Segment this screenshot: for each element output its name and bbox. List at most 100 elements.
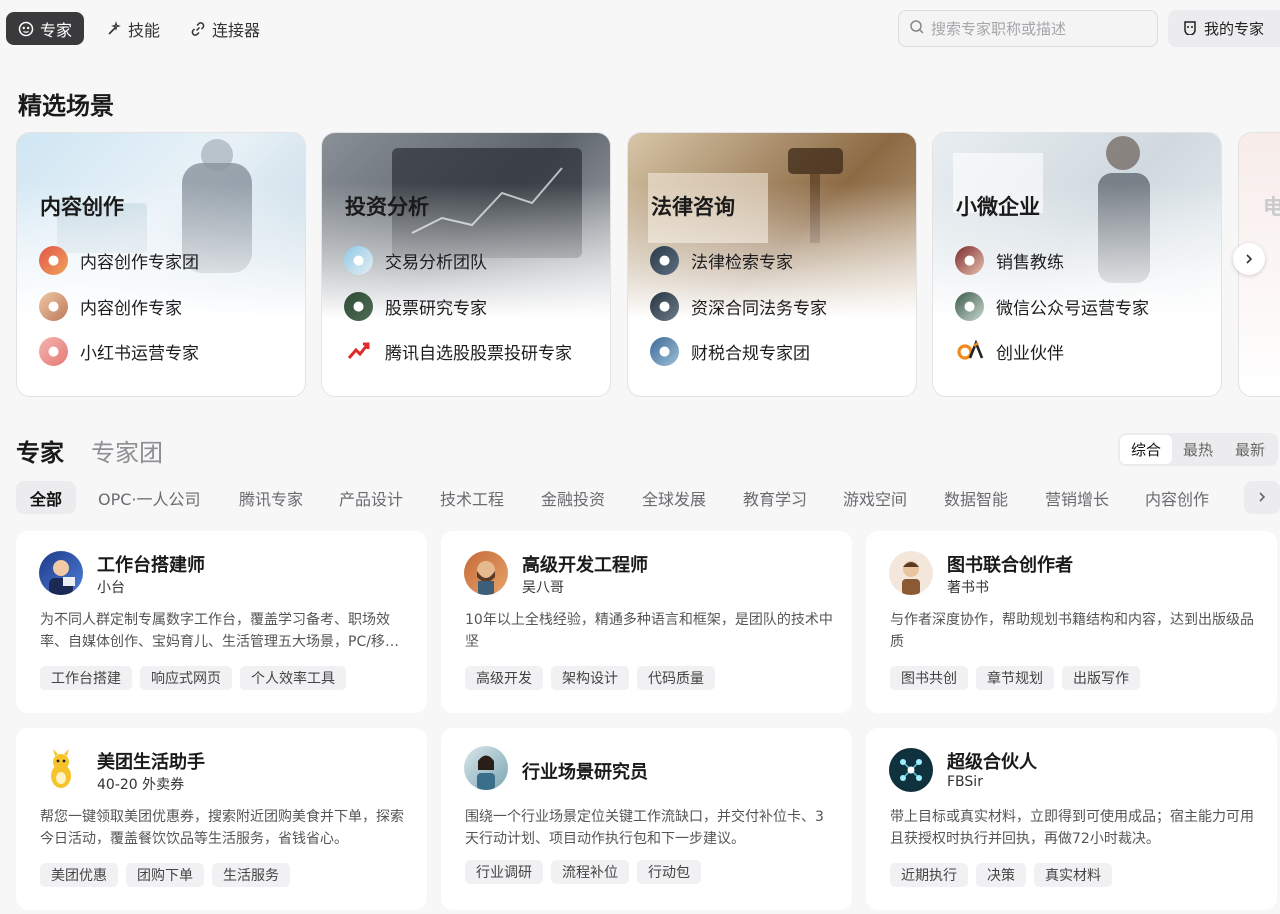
scene-title: 内容创作 <box>40 195 124 219</box>
expert-description: 为不同人群定制专属数字工作台，覆盖学习备考、职场效率、自媒体创作、宝妈育儿、生活… <box>40 612 399 650</box>
expert-tag: 真实材料 <box>1034 863 1112 887</box>
expert-description: 与作者深度协作，帮助规划书籍结构和内容，达到出版级品质 <box>890 612 1254 650</box>
expert-tag: 架构设计 <box>551 666 629 690</box>
tab-experts[interactable]: 专家 <box>6 12 85 45</box>
avatar: ● <box>650 336 679 366</box>
expert-tag: 行动包 <box>637 860 701 884</box>
sort-newest[interactable]: 最新 <box>1224 435 1276 464</box>
expert-name: 美团生活助手 <box>97 752 205 773</box>
expert-name: 行业场景研究员 <box>522 762 648 783</box>
expert-tag: 流程补位 <box>551 860 629 884</box>
avatar: ● <box>344 291 373 321</box>
expert-nickname: 40-20 外卖券 <box>97 777 185 793</box>
search-icon <box>909 19 925 39</box>
robot-face-icon <box>18 21 34 37</box>
expert-name: 图书联合创作者 <box>947 555 1073 576</box>
category-next-button[interactable] <box>1244 481 1280 514</box>
avatar <box>464 746 508 790</box>
avatar: ● <box>955 245 984 275</box>
category-chip[interactable]: 数据智能 <box>930 481 1022 514</box>
category-chip[interactable]: 产品设计 <box>325 481 417 514</box>
startup-logo-icon <box>955 336 984 366</box>
sort-overall[interactable]: 综合 <box>1120 435 1172 464</box>
link-icon <box>190 21 206 37</box>
avatar: ● <box>39 336 68 366</box>
expert-description: 带上目标或真实材料，立即得到可使用成品；宿主能力可用且获授权时执行并回执，再做7… <box>890 809 1254 847</box>
scene-card-smallbiz[interactable]: 小微企业 ● 销售教练 ● 微信公众号运营专家 创业伙伴 <box>932 132 1222 397</box>
expert-card[interactable]: 超级合伙人 FBSir 带上目标或真实材料，立即得到可使用成品；宿主能力可用且获… <box>866 728 1277 910</box>
tab-expert-teams[interactable]: 专家团 <box>91 433 163 468</box>
category-chip[interactable]: 营销增长 <box>1031 481 1123 514</box>
scene-item[interactable]: ● 股票研究专家 <box>344 291 594 321</box>
avatar: ● <box>650 291 679 321</box>
sort-hottest[interactable]: 最热 <box>1172 435 1224 464</box>
category-chip[interactable]: 全球发展 <box>628 481 720 514</box>
category-chip[interactable]: 游戏空间 <box>829 481 921 514</box>
category-chip[interactable]: 内容创作 <box>1131 481 1223 514</box>
scene-item[interactable]: ● 财税合规专家团 <box>650 336 900 366</box>
scene-card-content[interactable]: 内容创作 ● 内容创作专家团 ● 内容创作专家 ● 小红书运营专家 <box>16 132 306 397</box>
expert-tag: 高级开发 <box>465 666 543 690</box>
sort-toggle: 综合 最热 最新 <box>1118 433 1278 466</box>
expert-tag: 出版写作 <box>1062 666 1140 690</box>
scene-title: 小微企业 <box>956 195 1040 219</box>
expert-tag: 个人效率工具 <box>240 666 346 690</box>
category-chip[interactable]: 教育学习 <box>729 481 821 514</box>
avatar: ● <box>650 245 679 275</box>
category-chip[interactable]: OPC·一人公司 <box>84 481 215 514</box>
expert-tag: 近期执行 <box>890 863 968 887</box>
scene-item[interactable]: ● 资深合同法务专家 <box>650 291 900 321</box>
expert-card[interactable]: 高级开发工程师 吴八哥 10年以上全栈经验，精通多种语言和框架，是团队的技术中坚… <box>441 531 852 713</box>
my-experts-label: 我的专家 <box>1204 20 1265 38</box>
chevron-right-icon <box>1256 489 1268 507</box>
category-chip[interactable]: 金融投资 <box>527 481 619 514</box>
scene-item[interactable]: 腾讯自选股股票投研专家 <box>344 336 594 366</box>
avatar <box>889 551 933 595</box>
tab-skills[interactable]: 技能 <box>94 12 172 45</box>
expert-tag: 决策 <box>976 863 1026 887</box>
scene-item[interactable]: 创业伙伴 <box>955 336 1205 366</box>
search-box[interactable] <box>898 10 1158 47</box>
expert-description: 帮您一键领取美团优惠券，搜索附近团购美食并下单，探索今日活动，覆盖餐饮饮品等生活… <box>40 809 404 847</box>
featured-title: 精选场景 <box>18 92 114 120</box>
expert-tag: 美团优惠 <box>40 863 118 887</box>
expert-name: 高级开发工程师 <box>522 555 648 576</box>
carousel-next-button[interactable] <box>1233 243 1265 275</box>
scene-item[interactable]: ● 内容创作专家 <box>39 291 289 321</box>
avatar: ● <box>344 245 373 275</box>
tab-connectors[interactable]: 连接器 <box>178 12 272 45</box>
robot-face-icon <box>1182 19 1198 39</box>
top-nav: 专家 技能 连接器 我的专家 <box>0 0 1280 56</box>
expert-nickname: 著书书 <box>947 580 989 596</box>
scene-item[interactable]: ● 小红书运营专家 <box>39 336 289 366</box>
my-experts-button[interactable]: 我的专家 <box>1168 10 1280 47</box>
expert-tag: 生活服务 <box>212 863 290 887</box>
expert-tag: 代码质量 <box>637 666 715 690</box>
scene-item[interactable]: ● 微信公众号运营专家 <box>955 291 1205 321</box>
expert-tag: 团购下单 <box>126 863 204 887</box>
expert-name: 工作台搭建师 <box>97 555 205 576</box>
magic-wand-icon <box>106 20 122 37</box>
avatar: ● <box>39 245 68 275</box>
category-chip[interactable]: 全部 <box>16 481 77 514</box>
scene-item[interactable]: ● 法律检索专家 <box>650 245 900 275</box>
scene-title: 法律咨询 <box>651 195 735 219</box>
expert-card[interactable]: 美团生活助手 40-20 外卖券 帮您一键领取美团优惠券，搜索附近团购美食并下单… <box>16 728 427 910</box>
tab-experts-list[interactable]: 专家 <box>16 433 64 468</box>
expert-card[interactable]: 工作台搭建师 小台 为不同人群定制专属数字工作台，覆盖学习备考、职场效率、自媒体… <box>16 531 427 713</box>
category-chip[interactable]: 技术工程 <box>426 481 518 514</box>
expert-card[interactable]: 行业场景研究员 围绕一个行业场景定位关键工作流缺口，并交付补位卡、3天行动计划、… <box>441 728 852 910</box>
search-input[interactable] <box>931 19 1141 38</box>
tab-skills-label: 技能 <box>128 20 161 40</box>
tab-experts-label: 专家 <box>40 20 73 40</box>
scene-card-investment[interactable]: 投资分析 ● 交易分析团队 ● 股票研究专家 腾讯自选股股票投研专家 <box>321 132 611 397</box>
tab-connectors-label: 连接器 <box>212 20 261 40</box>
scene-item[interactable]: ● 交易分析团队 <box>344 245 594 275</box>
scene-item[interactable]: ● 内容创作专家团 <box>39 245 289 275</box>
scene-item[interactable]: ● 销售教练 <box>955 245 1205 275</box>
scene-card-legal[interactable]: 法律咨询 ● 法律检索专家 ● 资深合同法务专家 ● 财税合规专家团 <box>627 132 917 397</box>
network-node-icon <box>889 748 933 792</box>
category-chip[interactable]: 腾讯专家 <box>225 481 317 514</box>
expert-card[interactable]: 图书联合创作者 著书书 与作者深度协作，帮助规划书籍结构和内容，达到出版级品质 … <box>866 531 1277 713</box>
expert-nickname: FBSir <box>947 774 983 790</box>
